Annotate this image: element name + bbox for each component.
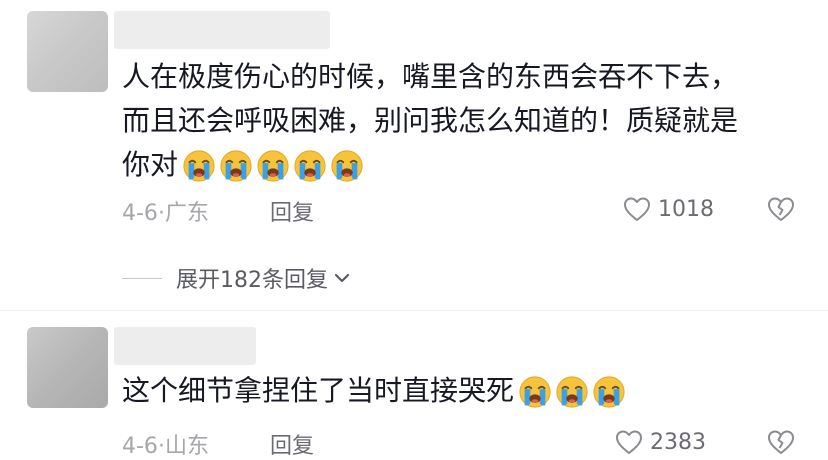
meta-separator: · (157, 201, 165, 226)
like-button[interactable]: 2383 (614, 427, 706, 457)
like-count: 2383 (650, 429, 706, 455)
comment-divider (0, 310, 828, 311)
emoji-row (518, 375, 629, 409)
comment-meta: 4-6·广东 (122, 195, 209, 227)
username-redacted[interactable] (114, 327, 256, 365)
heart-icon (614, 427, 644, 457)
loudly-crying-face-icon (518, 375, 552, 409)
loudly-crying-face-icon (330, 149, 364, 183)
emoji-row (182, 149, 367, 183)
meta-separator: · (157, 434, 165, 459)
reply-button[interactable]: 回复 (270, 195, 314, 227)
comment-date: 4-6 (122, 201, 158, 226)
reply-button[interactable]: 回复 (270, 428, 314, 460)
comment-text: 人在极度伤心的时候，嘴里含的东西会吞不下去， 而且还会呼吸困难，别问我怎么知道的… (122, 55, 738, 187)
broken-heart-icon[interactable] (766, 194, 796, 224)
loudly-crying-face-icon (219, 149, 253, 183)
comment-date: 4-6 (122, 434, 158, 459)
loudly-crying-face-icon (592, 375, 626, 409)
comment-meta: 4-6·山东 (122, 428, 209, 460)
comment-location: 广东 (164, 201, 209, 226)
loudly-crying-face-icon (555, 375, 589, 409)
loudly-crying-face-icon (293, 149, 327, 183)
comment-line: 而且还会呼吸困难，别问我怎么知道的！质疑就是 (122, 104, 739, 137)
chevron-down-icon (334, 273, 350, 283)
expand-replies-label: 展开182条回复 (176, 268, 328, 293)
avatar[interactable] (27, 11, 108, 92)
comment-line: 这个细节拿捏住了当时直接哭死 (122, 369, 629, 413)
avatar[interactable] (27, 327, 108, 408)
comment-text: 这个细节拿捏住了当时直接哭死 (122, 369, 629, 413)
loudly-crying-face-icon (182, 149, 216, 183)
comment-location: 山东 (164, 434, 209, 459)
broken-heart-icon[interactable] (766, 427, 796, 457)
heart-icon (622, 194, 652, 224)
expand-replies-button[interactable]: 展开182条回复 (122, 262, 352, 294)
comment-line: 你对 (122, 143, 738, 187)
comment-line: 人在极度伤心的时候，嘴里含的东西会吞不下去， (122, 60, 739, 93)
username-redacted[interactable] (114, 11, 330, 49)
like-button[interactable]: 1018 (622, 194, 714, 224)
like-count: 1018 (658, 196, 714, 222)
loudly-crying-face-icon (256, 149, 290, 183)
expand-divider-line (122, 277, 162, 279)
